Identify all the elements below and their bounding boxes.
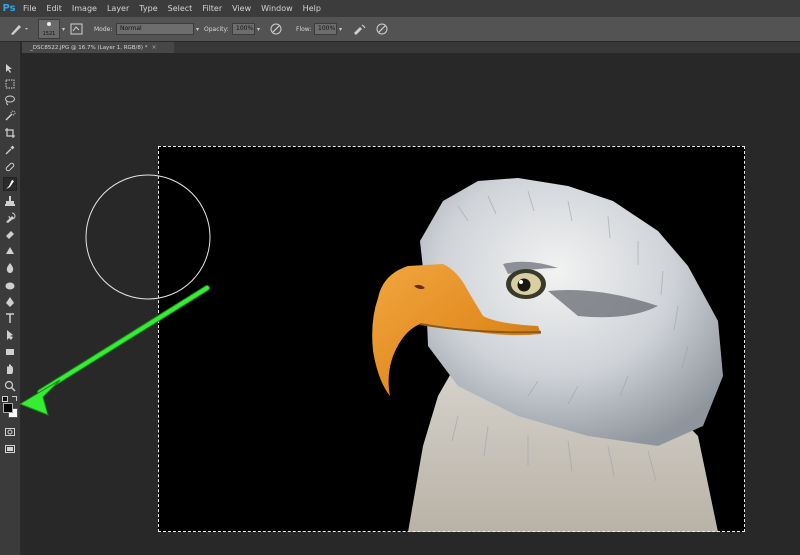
mode-label: Mode: — [94, 25, 113, 33]
opacity-label: Opacity: — [204, 25, 229, 33]
default-colors-icon[interactable] — [2, 396, 8, 402]
lasso-tool-button[interactable] — [4, 94, 16, 106]
opacity-field[interactable]: 100% ▾ — [232, 17, 260, 41]
chevron-down-icon: ▾ — [196, 25, 200, 33]
move-tool-button[interactable] — [4, 62, 16, 74]
opacity-value: 100% — [232, 23, 255, 35]
eyedropper-tool-icon — [5, 145, 15, 155]
eraser-tool-icon — [6, 231, 14, 239]
foreground-color-swatch[interactable] — [3, 403, 13, 413]
toolbox — [0, 42, 21, 555]
selection-marquee — [158, 146, 745, 532]
healing-brush-tool-button[interactable] — [4, 161, 16, 173]
chevron-down-icon: ▾ — [339, 25, 343, 33]
screen-mode-icon — [5, 445, 15, 453]
zoom-tool-icon — [4, 380, 16, 392]
quick-selection-tool-button[interactable] — [4, 110, 16, 122]
menu-select[interactable]: Select — [163, 4, 198, 13]
menu-file[interactable]: File — [18, 4, 41, 13]
menu-help[interactable]: Help — [298, 4, 326, 13]
flow-value: 100% — [314, 23, 337, 35]
quick-mask-icon — [5, 428, 15, 436]
close-icon[interactable]: × — [152, 44, 157, 51]
pen-pressure-icon — [270, 23, 282, 35]
options-bar: 1521 ▾ Mode: Normal ▾ Opacity: 100% ▾ Fl… — [0, 17, 800, 42]
pen-pressure-size-icon — [376, 23, 388, 35]
menu-view[interactable]: View — [227, 4, 256, 13]
brush-tool-button[interactable] — [3, 177, 17, 191]
brush-tool-icon — [6, 180, 14, 189]
chevron-down-icon: ▾ — [257, 25, 261, 33]
gradient-tool-button[interactable] — [4, 245, 16, 257]
color-swatches-button[interactable] — [1, 396, 18, 418]
pen-tool-icon — [6, 297, 14, 307]
pressure-opacity-button[interactable] — [270, 17, 282, 41]
menu-filter[interactable]: Filter — [197, 4, 227, 13]
menu-items: File Edit Image Layer Type Select Filter… — [18, 4, 326, 13]
quick-mask-button[interactable] — [4, 426, 16, 438]
hand-tool-icon — [7, 364, 13, 374]
dodge-tool-button[interactable] — [4, 279, 16, 291]
menu-window[interactable]: Window — [256, 4, 298, 13]
menu-layer[interactable]: Layer — [102, 4, 134, 13]
chevron-down-icon: ▾ — [62, 25, 66, 33]
brush-size-value: 1521 — [42, 31, 56, 37]
zoom-tool-button[interactable] — [4, 380, 16, 392]
swap-colors-icon[interactable] — [12, 396, 17, 401]
menu-bar: Ps File Edit Image Layer Type Select Fil… — [0, 0, 800, 17]
tool-preset-picker[interactable] — [8, 17, 30, 41]
type-tool-icon — [6, 313, 14, 323]
history-brush-tool-icon — [6, 212, 16, 223]
history-brush-tool-button[interactable] — [4, 212, 16, 224]
pressure-size-button[interactable] — [376, 17, 388, 41]
brush-preset-icon — [11, 25, 28, 35]
menu-type[interactable]: Type — [134, 4, 162, 13]
menu-edit[interactable]: Edit — [41, 4, 67, 13]
move-tool-icon — [6, 64, 12, 73]
gradient-tool-icon — [6, 247, 14, 254]
airbrush-icon — [354, 24, 366, 35]
mode-select[interactable]: Normal ▾ — [116, 17, 199, 41]
brush-panel-button[interactable] — [70, 17, 83, 41]
eyedropper-tool-button[interactable] — [4, 144, 16, 156]
crop-tool-button[interactable] — [4, 127, 16, 139]
eraser-tool-button[interactable] — [4, 228, 16, 240]
quick-selection-tool-icon — [5, 110, 16, 121]
dodge-tool-icon — [5, 282, 15, 290]
path-selection-tool-button[interactable] — [4, 329, 16, 341]
blur-tool-icon — [6, 263, 14, 273]
blur-tool-button[interactable] — [4, 262, 16, 274]
airbrush-button[interactable] — [352, 17, 366, 41]
document-tab[interactable]: _DSC8522.JPG @ 16.7% (Layer 1, RGB/8) * … — [22, 42, 174, 53]
marquee-tool-icon — [5, 79, 15, 89]
brush-tip-icon — [47, 22, 51, 26]
pen-tool-button[interactable] — [4, 296, 16, 308]
shape-tool-icon — [6, 349, 14, 355]
mode-value: Normal — [116, 23, 194, 35]
hand-tool-button[interactable] — [4, 363, 16, 375]
clone-stamp-tool-icon — [5, 196, 15, 206]
path-selection-tool-icon — [7, 330, 13, 340]
brush-panel-icon — [70, 23, 83, 35]
document-tab-bar: _DSC8522.JPG @ 16.7% (Layer 1, RGB/8) * … — [22, 42, 800, 53]
marquee-tool-button[interactable] — [4, 78, 16, 90]
flow-field[interactable]: 100% ▾ — [314, 17, 342, 41]
brush-size-picker[interactable]: 1521 ▾ — [38, 17, 65, 41]
lasso-tool-icon — [5, 95, 15, 106]
document-tab-title: _DSC8522.JPG @ 16.7% (Layer 1, RGB/8) * — [30, 44, 148, 51]
menu-image[interactable]: Image — [67, 4, 102, 13]
healing-brush-tool-icon — [5, 162, 15, 172]
photoshop-logo: Ps — [2, 3, 16, 14]
shape-tool-button[interactable] — [4, 346, 16, 358]
screen-mode-button[interactable] — [4, 443, 16, 455]
type-tool-button[interactable] — [4, 312, 16, 324]
crop-tool-icon — [5, 128, 15, 138]
flow-label: Flow: — [296, 25, 312, 33]
clone-stamp-tool-button[interactable] — [4, 195, 16, 207]
